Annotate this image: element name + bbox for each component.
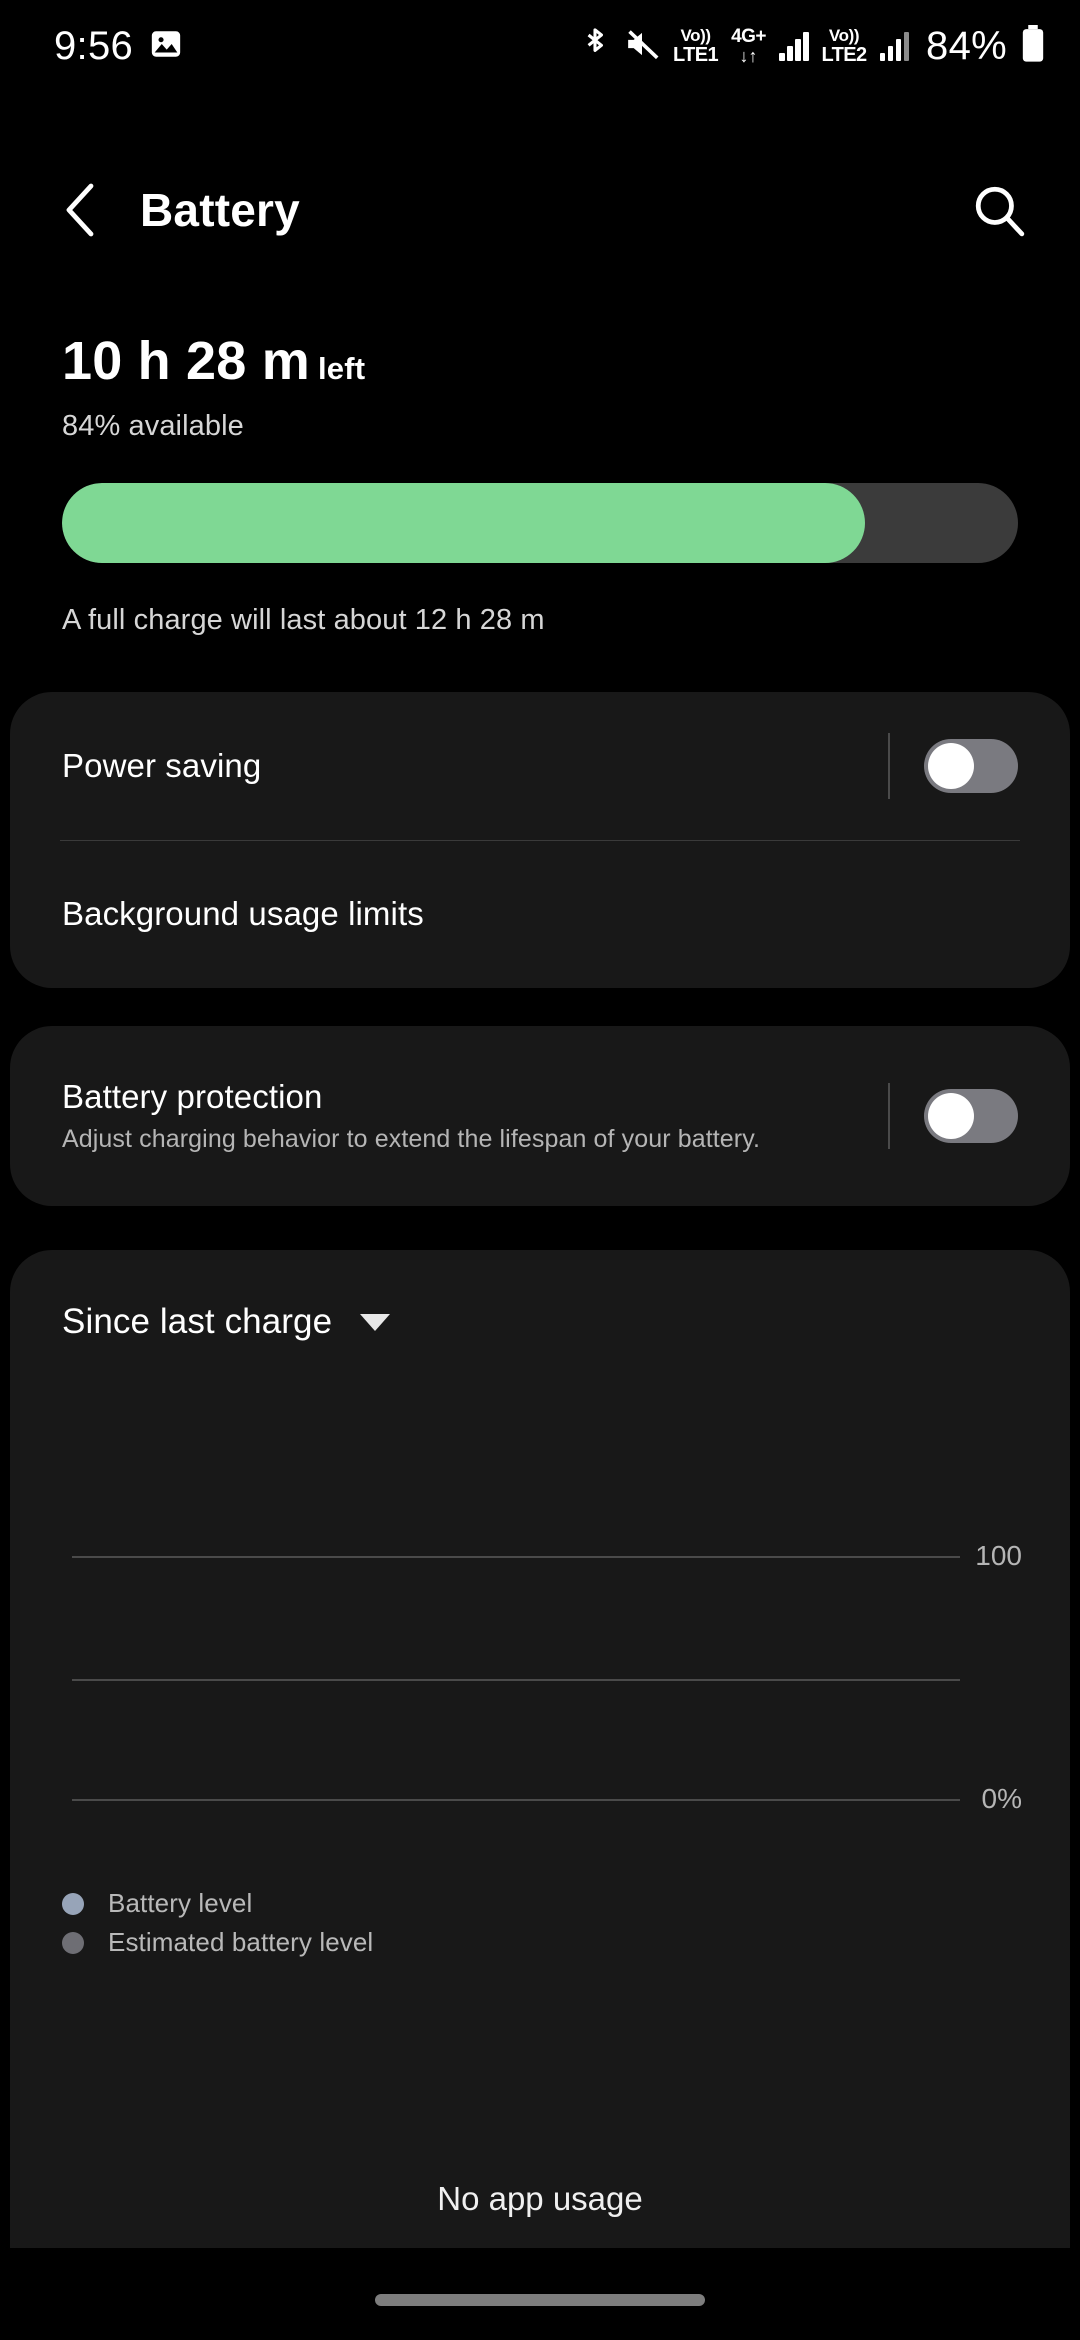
battery-protection-row[interactable]: Battery protection Adjust charging behav… <box>10 1026 1070 1206</box>
battery-protection-texts: Battery protection Adjust charging behav… <box>62 1078 760 1154</box>
app-bar: Battery <box>0 150 1080 270</box>
battery-protection-card[interactable]: Battery protection Adjust charging behav… <box>10 1026 1070 1206</box>
battery-protection-label: Battery protection <box>62 1078 323 1115</box>
battery-summary: 10 h 28 m left 84% available <box>62 330 1022 443</box>
gridline-100 <box>72 1556 960 1558</box>
battery-progress-fill <box>62 483 866 563</box>
signal-sim1-icon <box>779 31 809 61</box>
status-bar-right: Vo)) LTE1 4G+ ↓↑ Vo)) LTE2 84% <box>579 24 1046 69</box>
battery-protection-description: Adjust charging behavior to extend the l… <box>62 1125 761 1153</box>
legend-label: Estimated battery level <box>108 1927 374 1957</box>
ytick-label-bottom: 0% <box>981 1783 1022 1814</box>
legend-label: Battery level <box>108 1888 253 1918</box>
power-saving-label: Power saving <box>62 747 262 784</box>
bluetooth-icon <box>579 26 611 67</box>
period-selector[interactable]: Since last charge <box>62 1302 391 1342</box>
battery-icon <box>1020 24 1046 68</box>
search-icon <box>975 186 1025 237</box>
battery-available-text: 84% available <box>62 410 244 442</box>
network-4gplus-icon: 4G+ ↓↑ <box>731 26 767 66</box>
battery-protection-toggle[interactable] <box>924 1089 1018 1143</box>
background-usage-limits-label: Background usage limits <box>62 895 424 932</box>
back-button[interactable] <box>52 181 110 239</box>
full-charge-note: A full charge will last about 12 h 28 m <box>62 604 545 636</box>
gridline-0 <box>72 1799 960 1801</box>
no-app-usage-message: No app usage <box>437 2180 643 2217</box>
volte-sim1-icon: Vo)) LTE1 <box>673 26 719 66</box>
ytick-label-top: 100 <box>975 1540 1022 1571</box>
legend-item-battery-level: Battery level <box>62 1888 373 1919</box>
power-saving-card: Power saving Background usage limits <box>10 692 1070 988</box>
legend-dot <box>62 1892 84 1915</box>
battery-settings-screen: 9:56 Vo)) LTE1 4G+ ↓↑ Vo)) LTE2 84% Batt… <box>0 0 1080 2340</box>
power-saving-row[interactable]: Power saving <box>10 692 1070 840</box>
gridline-50 <box>72 1679 960 1681</box>
volte-sim2-icon: Vo)) LTE2 <box>821 26 868 66</box>
power-saving-toggle[interactable] <box>924 739 1018 793</box>
legend-item-estimated-battery-level: Estimated battery level <box>62 1927 373 1958</box>
period-label: Since last charge <box>62 1302 333 1341</box>
chevron-left-icon <box>66 183 94 237</box>
battery-level-chart: 100 0% <box>62 1480 1022 1840</box>
toggle-knob <box>928 1093 974 1139</box>
toggle-separator <box>888 733 890 799</box>
power-saving-toggle-wrap <box>888 733 1018 799</box>
time-left-unit: left <box>317 351 366 386</box>
status-bar-clock: 9:56 <box>54 23 134 68</box>
background-usage-limits-row[interactable]: Background usage limits <box>10 840 1070 988</box>
navigation-bar <box>0 2248 1080 2340</box>
legend-dot <box>62 1931 84 1954</box>
image-icon <box>149 27 183 66</box>
battery-protection-toggle-wrap <box>888 1083 1018 1149</box>
search-button[interactable] <box>968 179 1030 241</box>
status-bar-battery-percent: 84% <box>926 23 1007 68</box>
chart-legend: Battery level Estimated battery level <box>62 1888 373 1966</box>
toggle-separator <box>888 1083 890 1149</box>
estimated-time-left: 10 h 28 m left <box>62 330 1022 392</box>
battery-progress-bar <box>62 483 1018 563</box>
battery-history-card: Since last charge 100 0% Battery level E… <box>10 1250 1070 2300</box>
status-bar: 9:56 Vo)) LTE1 4G+ ↓↑ Vo)) LTE2 84% <box>0 0 1080 92</box>
page-title: Battery <box>140 184 300 236</box>
time-left-value: 10 h 28 m <box>62 331 310 391</box>
chevron-down-icon <box>360 1313 391 1331</box>
status-bar-left: 9:56 <box>54 24 183 69</box>
signal-sim2-icon <box>879 31 910 61</box>
mute-icon <box>624 27 660 66</box>
toggle-knob <box>928 743 974 789</box>
home-gesture-pill[interactable] <box>375 2294 705 2306</box>
